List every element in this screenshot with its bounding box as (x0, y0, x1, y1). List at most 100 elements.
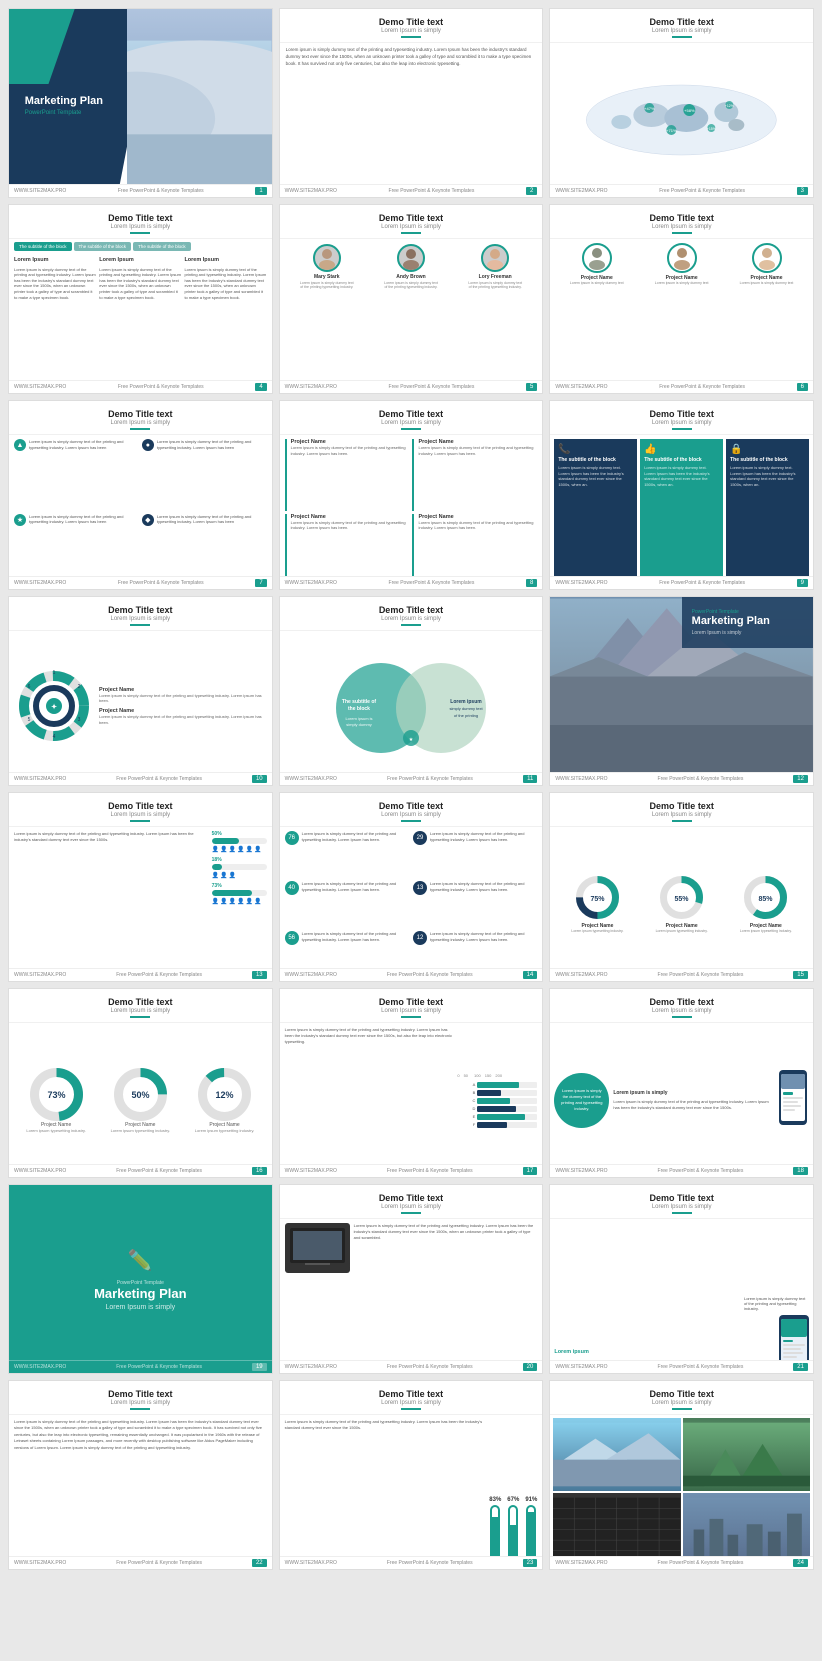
slide-12: PowerPoint Template Marketing Plan Lorem… (549, 596, 814, 786)
proj-card-1: Project Name Lorem ipsum is simply dummy… (285, 439, 410, 511)
tab-1[interactable]: The subtitle of the block (14, 242, 72, 251)
tab-2[interactable]: The subtitle of the block (74, 242, 132, 251)
big-donuts: 73% Project Name Lorem ipsum typesetting… (9, 1023, 272, 1177)
slides-grid: Marketing Plan PowerPoint Template WWW.S… (8, 8, 814, 1570)
info-card-2: 👍 The subtitle of the block Lorem ipsum … (640, 439, 723, 585)
header-underline (672, 232, 692, 234)
slide-9-header: Demo Title text Lorem Ipsum is simply (550, 401, 813, 435)
slide-10: Demo Title text Lorem Ipsum is simply ✦ … (8, 596, 273, 786)
stat-2: 18% 👤 👤 👤 (212, 857, 267, 879)
tab-col-1: Lorem Ipsum Lorem ipsum is simply dummy … (14, 257, 96, 390)
laptop-text: Lorem ipsum is simply dummy text of the … (354, 1223, 538, 1369)
header-underline (672, 428, 692, 430)
svg-text:Lorem ipsum is: Lorem ipsum is (345, 716, 372, 721)
header-underline (401, 820, 421, 822)
slide-1: Marketing Plan PowerPoint Template WWW.S… (8, 8, 273, 198)
slide-6-header: Demo Title text Lorem Ipsum is simply (550, 205, 813, 239)
slide-3-body: +47% +58% +12% +71% +15% (550, 43, 813, 197)
svg-text:simply dummy text: simply dummy text (449, 706, 483, 711)
mobile-body: Lorem ipsum Lorem ipsum is simply dummy … (550, 1219, 813, 1373)
slide-17: Demo Title text Lorem Ipsum is simply Lo… (279, 988, 544, 1178)
slide-1-footer: WWW.SITE2MAX.PRO Free PowerPoint & Keyno… (9, 184, 272, 197)
world-map: +47% +58% +12% +71% +15% (555, 47, 808, 193)
slide-23-footer: WWW.SITE2MAX.PRO Free PowerPoint & Keyno… (280, 1556, 543, 1569)
slide-14: Demo Title text Lorem Ipsum is simply 76… (279, 792, 544, 982)
header-underline (401, 232, 421, 234)
slide-14-header: Demo Title text Lorem Ipsum is simply (280, 793, 543, 827)
slide-24-header: Demo Title text Lorem Ipsum is simply (550, 1381, 813, 1415)
slide-17-header: Demo Title text Lorem Ipsum is simply (280, 989, 543, 1023)
bar-row-4: D (457, 1106, 537, 1112)
slide-4-footer: WWW.SITE2MAX.PRO Free PowerPoint & Keyno… (9, 380, 272, 393)
cover-text: Marketing Plan PowerPoint Template (25, 94, 103, 116)
svg-text:The subtitle of: The subtitle of (342, 699, 377, 705)
svg-text:85%: 85% (759, 896, 774, 903)
num-item-2: 29 Lorem ipsum is simply dummy text of t… (413, 831, 537, 877)
bar-row-5: E (457, 1114, 537, 1120)
thermo-body: Lorem ipsum is simply dummy text of the … (280, 1415, 543, 1569)
donut-3: 85% Project Name Lorem ipsum typesetting… (740, 875, 792, 933)
svg-text:+15%: +15% (707, 127, 716, 131)
header-underline (130, 1408, 150, 1410)
slide-6: Demo Title text Lorem Ipsum is simply Pr… (549, 204, 814, 394)
bar-row-2: B (457, 1090, 537, 1096)
list-item-2: ● Lorem ipsum is simply dummy text of th… (142, 439, 267, 511)
slide-22: Demo Title text Lorem Ipsum is simply Lo… (8, 1380, 273, 1570)
tab-3[interactable]: The subtitle of the block (133, 242, 191, 251)
thermo-1: 83% (489, 1497, 501, 1565)
bar-chart-area: 0 50 100 150 200 A B C (457, 1027, 537, 1173)
header-underline (130, 1016, 150, 1018)
slide-9-footer: WWW.SITE2MAX.PRO Free PowerPoint & Keyno… (550, 576, 813, 589)
list-item-4: ◆ Lorem ipsum is simply dummy text of th… (142, 514, 267, 586)
proj-circle-3 (752, 243, 782, 273)
mountain-overlay: PowerPoint Template Marketing Plan Lorem… (682, 597, 813, 648)
svg-text:+71%: +71% (666, 128, 677, 133)
stat-1: 50% 👤 👤 👤 👤 👤 👤 (212, 831, 267, 853)
slide-19: ✏️ PowerPoint Template Marketing Plan Lo… (8, 1184, 273, 1374)
lock-icon: 🔒 (730, 444, 805, 455)
svg-text:73%: 73% (47, 1090, 65, 1100)
slide-7-header: Demo Title text Lorem Ipsum is simply (9, 401, 272, 435)
avatar-circle-3 (481, 244, 509, 272)
donut-1: 75% Project Name Lorem ipsum typesetting… (571, 875, 623, 933)
device-body: Lorem ipsum is simply the dummy text of … (550, 1023, 813, 1177)
pencil-icon: ✏️ (128, 1248, 153, 1273)
slide-cover: Marketing Plan PowerPoint Template (9, 9, 272, 197)
avatars-row: Mary Stark Lorem ipsum is simply dummy t… (280, 239, 543, 291)
slide-21: Demo Title text Lorem Ipsum is simply Lo… (549, 1184, 814, 1374)
header-underline (672, 1408, 692, 1410)
avatar-2: Andy Brown Lorem ipsum is simply dummy t… (383, 244, 438, 289)
slide-13-footer: WWW.SITE2MAX.PRO Free PowerPoint & Keyno… (9, 968, 272, 981)
proj-card-3: Project Name Lorem ipsum is simply dummy… (285, 514, 410, 586)
slide-7: Demo Title text Lorem Ipsum is simply ▲ … (8, 400, 273, 590)
wheel-body: ✦ 1 2 3 4 5 6 Project Name Lorem ipsum i… (9, 631, 272, 785)
project-circles: Project Name Lorem ipsum is simply dummy… (550, 239, 813, 393)
info-card-1: 📞 The subtitle of the block Lorem ipsum … (554, 439, 637, 585)
header-underline (401, 624, 421, 626)
slide-10-footer: WWW.SITE2MAX.PRO Free PowerPoint & Keyno… (9, 772, 272, 785)
slide-9: Demo Title text Lorem Ipsum is simply 📞 … (549, 400, 814, 590)
bar-row-3: C (457, 1098, 537, 1104)
thermometers: 83% 67% 91% (489, 1419, 537, 1565)
slide-17-footer: WWW.SITE2MAX.PRO Free PowerPoint & Keyno… (280, 1164, 543, 1177)
slide-10-header: Demo Title text Lorem Ipsum is simply (9, 597, 272, 631)
slide-2: Demo Title text Lorem Ipsum is simply Lo… (279, 8, 544, 198)
wheel-chart: ✦ 1 2 3 4 5 6 (14, 666, 94, 751)
phone-icon: 📞 (558, 444, 633, 455)
photo-2 (683, 1418, 810, 1491)
svg-text:★: ★ (409, 737, 414, 743)
stats-text: Lorem ipsum is simply dummy text of the … (14, 831, 207, 977)
svg-text:Lorem ipsum: Lorem ipsum (450, 699, 482, 705)
svg-text:✦: ✦ (51, 703, 57, 711)
svg-text:2: 2 (78, 684, 81, 690)
svg-text:+47%: +47% (644, 106, 655, 111)
slide-13-header: Demo Title text Lorem Ipsum is simply (9, 793, 272, 827)
slide-16-header: Demo Title text Lorem Ipsum is simply (9, 989, 272, 1023)
num-item-1: 76 Lorem ipsum is simply dummy text of t… (285, 831, 409, 877)
slide-21-header: Demo Title text Lorem Ipsum is simply (550, 1185, 813, 1219)
header-underline (401, 36, 421, 38)
thumbs-icon: 👍 (644, 444, 719, 455)
num-item-3: 40 Lorem ipsum is simply dummy text of t… (285, 881, 409, 927)
slide-20-footer: WWW.SITE2MAX.PRO Free PowerPoint & Keyno… (280, 1360, 543, 1373)
header-underline (130, 232, 150, 234)
